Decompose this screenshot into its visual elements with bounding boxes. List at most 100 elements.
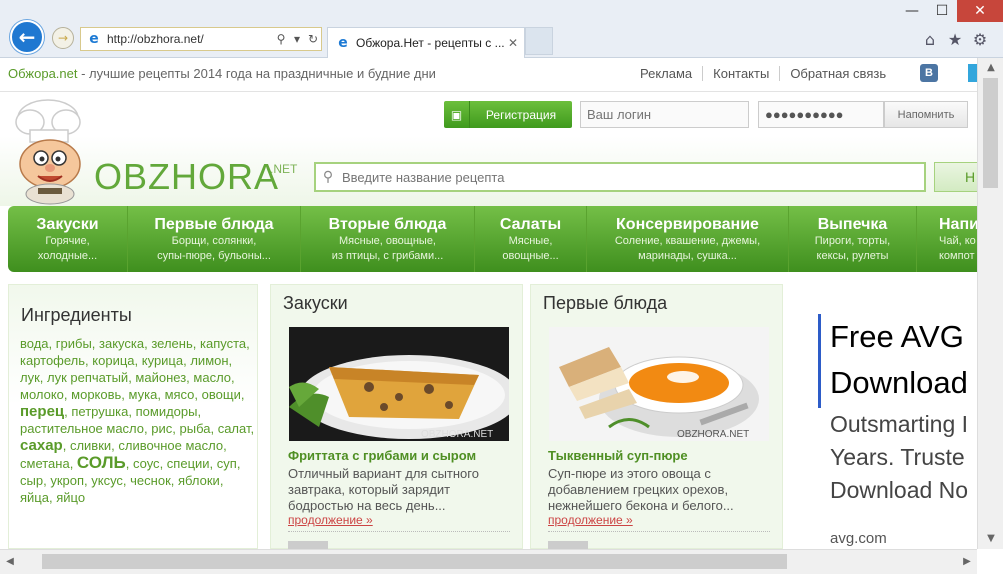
ad-title[interactable]: Free AVG Download (830, 314, 968, 406)
link-reklama[interactable]: Реклама (630, 66, 702, 81)
recipe-title-link[interactable]: Тыквенный суп-пюре (548, 448, 688, 463)
ingredient-tag[interactable]: специи (167, 456, 210, 471)
ingredient-tag[interactable]: помидоры (136, 404, 198, 419)
column-heading[interactable]: Первые блюда (543, 293, 667, 314)
nav-item-preserving[interactable]: Консервирование Соление, квашение, джемы… (587, 206, 789, 272)
ingredient-tag[interactable]: яйцо (56, 490, 85, 505)
ingredient-tag[interactable]: масло (193, 370, 231, 385)
scroll-up-icon[interactable]: ▲ (978, 58, 1003, 78)
ingredient-tag[interactable]: растительное масло (20, 421, 144, 436)
ingredient-tag[interactable]: сливочное масло (118, 438, 223, 453)
frittata-photo[interactable]: OBZHORA.NET (289, 327, 509, 441)
ingredient-tag[interactable]: рыба (180, 421, 211, 436)
ad-banner[interactable]: Free AVG Download Outsmarting I Years. Tru… (806, 290, 977, 549)
chevron-down-icon[interactable]: ▾ (289, 32, 305, 46)
link-contacts[interactable]: Контакты (702, 66, 779, 81)
address-bar[interactable]: e http://obzhora.net/ ⚲ ▾ ↻ (80, 27, 322, 51)
ingredient-tag[interactable]: сахар (20, 437, 63, 454)
main-nav: Закуски Горячие, холодные... Первые блюд… (8, 206, 977, 272)
recipe-search-input[interactable] (340, 165, 924, 189)
ingredient-tag[interactable]: вода (20, 336, 49, 351)
ingredient-tag[interactable]: рис (151, 421, 172, 436)
nav-item-baking[interactable]: Выпечка Пироги, торты, кексы, рулеты (789, 206, 917, 272)
nav-item-second-courses[interactable]: Вторые блюда Мясные, овощные, из птицы, … (301, 206, 475, 272)
zakuski-column: Закуски OBZHORA.NET Фриттата с грибами и… (270, 284, 523, 549)
ingredient-tag[interactable]: укроп (50, 473, 84, 488)
ingredient-tag[interactable]: перец (20, 403, 64, 420)
ingredient-tag[interactable]: уксус (91, 473, 123, 488)
ingredient-tag[interactable]: капуста (200, 336, 246, 351)
ingredient-tag[interactable]: лук репчатый (47, 370, 128, 385)
site-logo[interactable]: OBZHORA (94, 156, 279, 198)
ingredient-tag[interactable]: сметана (20, 456, 70, 471)
ingredient-tag[interactable]: соус (133, 456, 160, 471)
nav-item-salads[interactable]: Салаты Мясные, овощные... (475, 206, 587, 272)
url-text[interactable]: http://obzhora.net/ (107, 32, 273, 46)
ingredient-tag[interactable]: лимон (190, 353, 228, 368)
vk-icon[interactable]: В (920, 64, 938, 82)
horizontal-scrollbar[interactable]: ◀ ▶ (0, 549, 977, 574)
ingredient-tag[interactable]: морковь (71, 387, 121, 402)
scrollbar-thumb[interactable] (42, 554, 787, 569)
ingredient-tag[interactable]: закуска (99, 336, 144, 351)
read-more-link[interactable]: продолжение » (288, 513, 373, 527)
recipe-thumbnail[interactable] (548, 541, 588, 549)
ingredient-tag[interactable]: яйца (20, 490, 49, 505)
column-heading[interactable]: Закуски (283, 293, 348, 314)
refresh-icon[interactable]: ↻ (305, 32, 321, 46)
new-tab-button[interactable] (525, 27, 553, 55)
ingredient-tag[interactable]: яблоки (178, 473, 220, 488)
gear-icon[interactable]: ⚙ (970, 30, 990, 50)
ingredient-tag[interactable]: курица (142, 353, 183, 368)
ingredient-tag[interactable]: овощи (202, 387, 241, 402)
ingredient-tag[interactable]: мясо (165, 387, 195, 402)
nav-item-zakuski[interactable]: Закуски Горячие, холодные... (8, 206, 128, 272)
password-input[interactable] (758, 101, 884, 128)
read-more-link[interactable]: продолжение » (548, 513, 633, 527)
forward-button[interactable]: → (52, 27, 74, 49)
twitter-icon[interactable] (968, 64, 977, 82)
ingredient-tag[interactable]: зелень (151, 336, 192, 351)
ingredient-tag[interactable]: лук (20, 370, 40, 385)
nav-item-first-courses[interactable]: Первые блюда Борщи, солянки, супы-пюре, … (128, 206, 301, 272)
recipe-thumbnail[interactable] (288, 541, 328, 549)
link-feedback[interactable]: Обратная связь (779, 66, 896, 81)
search-button[interactable]: Н (934, 162, 977, 192)
ingredient-tag[interactable]: молоко (20, 387, 64, 402)
ingredient-tag[interactable]: корица (92, 353, 134, 368)
ingredient-tag[interactable]: майонез (135, 370, 186, 385)
chef-mascot-logo[interactable] (8, 96, 92, 208)
ingredient-tag[interactable]: мука (129, 387, 158, 402)
browser-tab[interactable]: e Обжора.Нет - рецепты с ... ✕ (327, 27, 525, 58)
nav-item-drinks[interactable]: Напи Чай, ко компот (917, 206, 977, 272)
vertical-scrollbar[interactable]: ▲ ▼ (977, 58, 1003, 549)
ingredient-tag[interactable]: грибы (56, 336, 92, 351)
ingredient-tag[interactable]: сливки (70, 438, 111, 453)
ingredient-tag[interactable]: сыр (20, 473, 43, 488)
login-input[interactable] (580, 101, 749, 128)
favorites-star-icon[interactable]: ★ (945, 30, 965, 50)
back-button[interactable]: ← (10, 20, 44, 54)
ingredient-tag[interactable]: чеснок (130, 473, 171, 488)
scroll-right-icon[interactable]: ▶ (957, 550, 977, 574)
ad-url[interactable]: avg.com (830, 530, 887, 547)
scroll-down-icon[interactable]: ▼ (978, 529, 1003, 549)
ingredient-tag[interactable]: салат (218, 421, 251, 436)
remind-password-button[interactable]: Напомнить (884, 101, 968, 128)
tab-close-icon[interactable]: ✕ (508, 36, 518, 50)
search-icon[interactable]: ⚲ (273, 32, 289, 46)
home-icon[interactable]: ⌂ (920, 30, 940, 50)
minimize-button[interactable]: — (897, 0, 927, 22)
pumpkin-soup-photo[interactable]: OBZHORA.NET (549, 327, 769, 441)
register-button[interactable]: ▣ Регистрация (444, 101, 572, 128)
scroll-left-icon[interactable]: ◀ (0, 550, 20, 574)
ingredient-tag[interactable]: петрушка (71, 404, 128, 419)
scrollbar-thumb[interactable] (983, 78, 998, 188)
ingredient-tag[interactable]: СОЛЬ (77, 453, 126, 472)
close-window-button[interactable]: ✕ (957, 0, 1003, 22)
ingredient-tag[interactable]: суп (217, 456, 237, 471)
recipe-title-link[interactable]: Фриттата с грибами и сыром (288, 448, 476, 463)
site-brand-link[interactable]: Обжора.net (8, 66, 77, 81)
maximize-button[interactable]: ☐ (927, 0, 957, 22)
ingredient-tag[interactable]: картофель (20, 353, 85, 368)
